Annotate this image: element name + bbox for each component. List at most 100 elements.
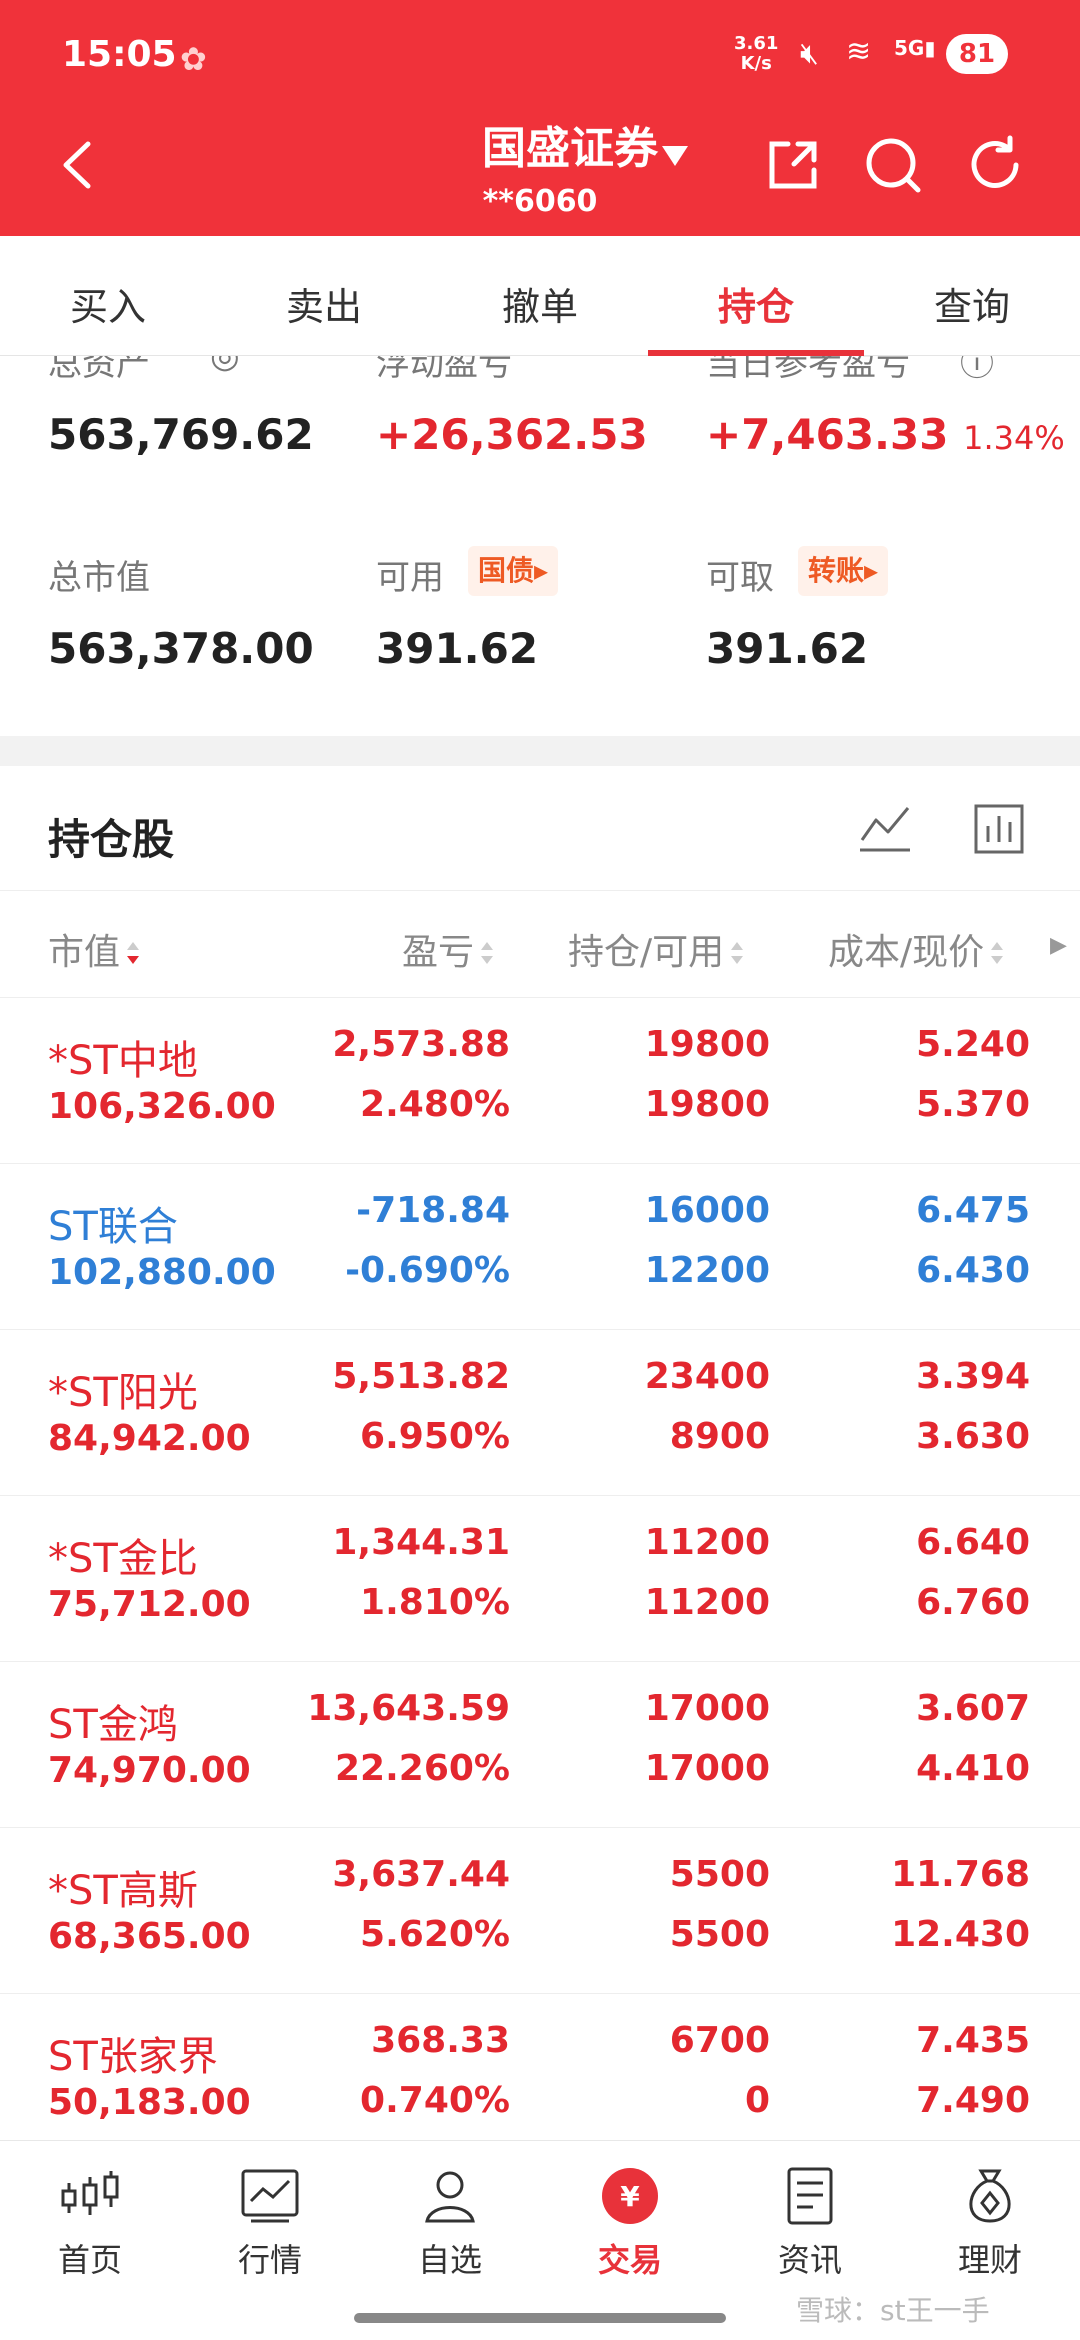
holding-row[interactable]: ST张家界 50,183.00 368.33 0.740% 6700 0 7.4… bbox=[0, 1994, 1080, 2140]
nav-wealth[interactable]: 理财 bbox=[910, 2163, 1070, 2281]
stock-market-value: 68,365.00 bbox=[48, 1916, 251, 1957]
stock-cost: 3.394 bbox=[916, 1356, 1030, 1397]
tab-query[interactable]: 查询 bbox=[872, 276, 1072, 331]
nav-market[interactable]: 行情 bbox=[190, 2163, 350, 2281]
withdrawable-value: 391.62 bbox=[706, 624, 869, 673]
eye-toggle-icon[interactable]: ◎ bbox=[210, 356, 240, 376]
nav-home[interactable]: 首页 bbox=[10, 2163, 170, 2281]
nav-label: 资讯 bbox=[777, 2241, 842, 2279]
transfer-button[interactable]: 转账▸ bbox=[798, 546, 889, 596]
back-arrow-icon[interactable] bbox=[52, 130, 102, 200]
holding-row[interactable]: *ST金比 75,712.00 1,344.31 1.810% 11200 11… bbox=[0, 1496, 1080, 1662]
stock-available: 8900 bbox=[669, 1416, 770, 1457]
stock-price: 12.430 bbox=[891, 1914, 1030, 1955]
stock-cost: 11.768 bbox=[891, 1854, 1030, 1895]
holding-row[interactable]: ST金鸿 74,970.00 13,643.59 22.260% 17000 1… bbox=[0, 1662, 1080, 1828]
tab-sell[interactable]: 卖出 bbox=[224, 276, 424, 331]
stock-market-value: 102,880.00 bbox=[48, 1252, 276, 1293]
daily-pl-amount: +7,463.33 bbox=[706, 410, 949, 459]
sort-icon bbox=[991, 942, 1004, 964]
nav-label: 首页 bbox=[57, 2241, 122, 2279]
col-cost-price-label: 成本/现价 bbox=[828, 932, 985, 973]
floating-pl-value: +26,362.53 bbox=[376, 410, 648, 459]
stock-cost: 6.640 bbox=[916, 1522, 1030, 1563]
available-value: 391.62 bbox=[376, 624, 539, 673]
stock-cost: 6.475 bbox=[916, 1190, 1030, 1231]
stock-market-value: 50,183.00 bbox=[48, 2082, 251, 2123]
network-speed-value: 3.61 bbox=[734, 33, 779, 54]
tab-cancel[interactable]: 撤单 bbox=[440, 276, 640, 331]
stock-available: 17000 bbox=[644, 1748, 770, 1789]
gesture-home-bar[interactable] bbox=[354, 2313, 726, 2323]
nav-watchlist[interactable]: 自选 bbox=[370, 2163, 530, 2281]
stock-price: 3.630 bbox=[916, 1416, 1030, 1457]
col-cost-price[interactable]: 成本/现价 bbox=[828, 923, 1006, 975]
info-icon[interactable]: ⓘ bbox=[960, 356, 994, 385]
stock-name: *ST高斯 bbox=[48, 1868, 198, 1914]
stock-available: 11200 bbox=[644, 1582, 770, 1623]
nav-trade[interactable]: ¥ 交易 bbox=[550, 2163, 710, 2281]
stock-name: *ST阳光 bbox=[48, 1370, 198, 1416]
col-market-value-label: 市值 bbox=[48, 932, 121, 973]
svg-text:¥: ¥ bbox=[620, 2180, 640, 2213]
stock-cost: 7.435 bbox=[916, 2020, 1030, 2061]
dropdown-triangle-icon[interactable] bbox=[660, 144, 690, 168]
app-notification-icon: ✿ bbox=[180, 40, 207, 78]
nav-label: 交易 bbox=[597, 2241, 662, 2279]
stock-pl: 2,573.88 bbox=[332, 1024, 510, 1065]
holding-row[interactable]: *ST阳光 84,942.00 5,513.82 6.950% 23400 89… bbox=[0, 1330, 1080, 1496]
sort-desc-icon bbox=[127, 942, 140, 964]
trend-chart-icon[interactable] bbox=[858, 802, 912, 856]
daily-pl-label: 当日参考盈亏 bbox=[706, 356, 910, 384]
candlestick-icon bbox=[61, 2171, 119, 2215]
broker-title: 国盛证券 bbox=[482, 123, 658, 174]
market-value-label: 总市值 bbox=[48, 558, 150, 598]
stock-pl: -718.84 bbox=[356, 1190, 510, 1231]
tab-positions[interactable]: 持仓 bbox=[656, 276, 856, 331]
bond-button[interactable]: 国债▸ bbox=[468, 546, 559, 596]
stock-name: ST金鸿 bbox=[48, 1702, 178, 1748]
holding-row[interactable]: *ST高斯 68,365.00 3,637.44 5.620% 5500 550… bbox=[0, 1828, 1080, 1994]
status-time: 15:05 bbox=[62, 34, 177, 75]
mute-icon: 🔇︎ bbox=[800, 36, 819, 71]
withdrawable-label: 可取 bbox=[706, 558, 774, 598]
person-icon bbox=[425, 2171, 475, 2223]
stock-pl: 368.33 bbox=[371, 2020, 510, 2061]
holdings-column-header: 市值 盈亏 持仓/可用 成本/现价 ▶ bbox=[0, 890, 1080, 998]
holding-row[interactable]: *ST中地 106,326.00 2,573.88 2.480% 19800 1… bbox=[0, 998, 1080, 1164]
money-bag-icon bbox=[969, 2169, 1011, 2223]
stock-price: 4.410 bbox=[916, 1748, 1030, 1789]
stock-pl: 3,637.44 bbox=[332, 1854, 510, 1895]
chart-line-icon bbox=[241, 2169, 299, 2223]
col-pl-label: 盈亏 bbox=[402, 932, 475, 973]
holdings-title: 持仓股 bbox=[48, 815, 175, 864]
stock-pl: 13,643.59 bbox=[307, 1688, 510, 1729]
holdings-panel: 持仓股 市值 盈亏 持仓/可用 成本/现价 ▶ *ST中地 106,326.00… bbox=[0, 766, 1080, 2140]
document-icon bbox=[787, 2167, 833, 2225]
tab-buy[interactable]: 买入 bbox=[8, 276, 208, 331]
network-speed: 3.61 K/s bbox=[734, 34, 778, 74]
sort-icon bbox=[481, 942, 494, 964]
stock-name: ST张家界 bbox=[48, 2034, 218, 2080]
share-icon[interactable] bbox=[758, 130, 828, 200]
scroll-right-icon[interactable]: ▶ bbox=[1050, 933, 1067, 958]
watermark: 雪球：st王一手 bbox=[796, 2294, 990, 2327]
stock-pl-percent: 5.620% bbox=[360, 1914, 510, 1955]
app-header: 国盛证券 **6060 bbox=[0, 110, 1080, 236]
stock-available: 19800 bbox=[644, 1084, 770, 1125]
search-icon[interactable] bbox=[858, 130, 928, 200]
stock-pl: 5,513.82 bbox=[332, 1356, 510, 1397]
bar-chart-icon[interactable] bbox=[972, 802, 1026, 856]
nav-label: 行情 bbox=[237, 2241, 302, 2279]
stock-market-value: 84,942.00 bbox=[48, 1418, 251, 1459]
trade-tabs: 买入 卖出 撤单 持仓 查询 bbox=[0, 236, 1080, 356]
holding-row[interactable]: ST联合 102,880.00 -718.84 -0.690% 16000 12… bbox=[0, 1164, 1080, 1330]
col-market-value[interactable]: 市值 bbox=[48, 923, 142, 975]
col-pl[interactable]: 盈亏 bbox=[402, 923, 496, 975]
refresh-icon[interactable] bbox=[960, 130, 1030, 200]
floating-pl-label: 浮动盈亏 bbox=[376, 356, 512, 384]
col-position[interactable]: 持仓/可用 bbox=[568, 923, 746, 975]
nav-news[interactable]: 资讯 bbox=[730, 2163, 890, 2281]
stock-available: 0 bbox=[744, 2080, 770, 2121]
daily-pl-value: +7,463.33 1.34% bbox=[706, 410, 1065, 459]
